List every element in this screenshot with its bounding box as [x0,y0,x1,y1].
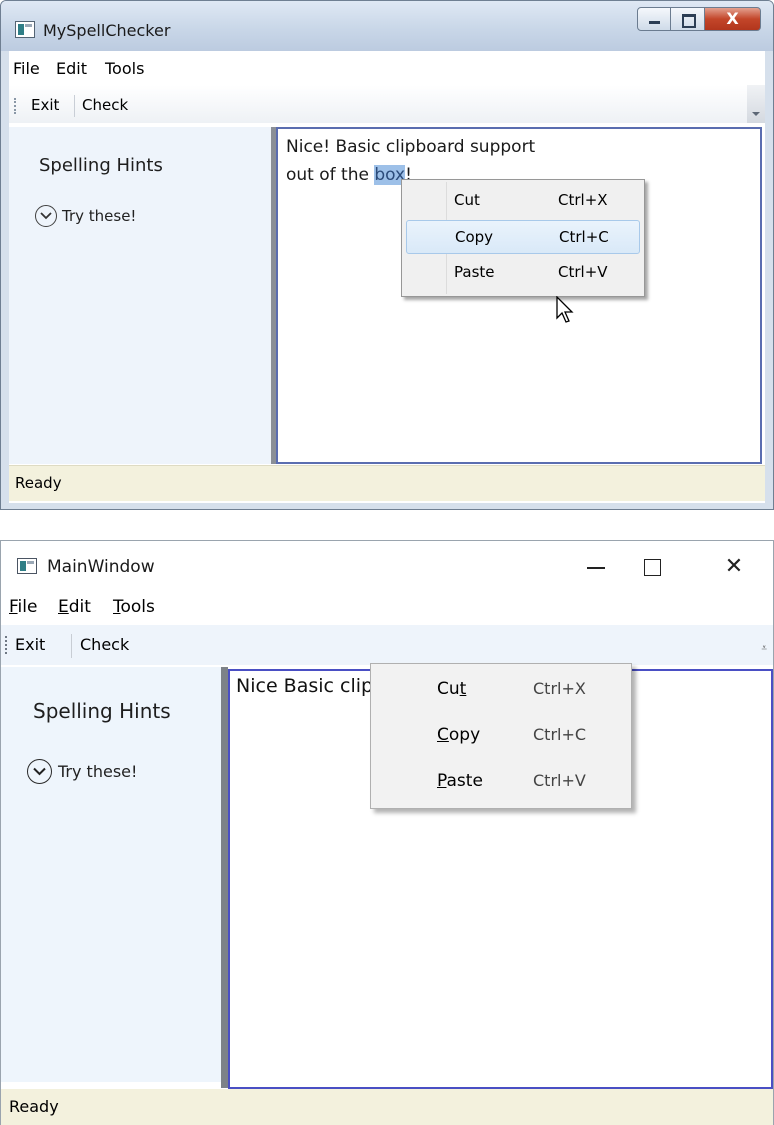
exit-button[interactable]: Exit [15,635,45,654]
status-bar: Ready [1,1089,773,1125]
context-menu-paste[interactable]: Paste Ctrl+V [406,256,640,290]
myspellchecker-window: MySpellChecker X File Edit Tools Exit Ch… [0,0,774,510]
menu-item-label: Copy [455,228,494,246]
menu-item-label: Copy [437,725,480,745]
mnemonic: E [58,597,69,617]
expander-label: Try these! [58,762,138,781]
menu-tools[interactable]: Tools [105,59,144,78]
context-menu-paste[interactable]: Paste Ctrl+V [371,764,631,800]
menu-item-label: Cut [437,679,466,699]
editor-line: Nice! Basic clipboard support [286,137,536,157]
window-client-area: File Edit Tools Exit Check Spelling Hint… [9,51,765,503]
menu-file[interactable]: File [9,597,37,617]
menu-edit[interactable]: Edit [58,597,91,617]
maximize-button[interactable] [671,7,705,31]
menu-item-shortcut: Ctrl+V [558,263,608,281]
mnemonic: T [113,597,121,617]
window-title: MySpellChecker [43,21,171,40]
context-menu-copy[interactable]: Copy Ctrl+C [371,718,631,754]
app-window-icon [15,21,35,38]
window-controls: X [637,7,761,33]
close-button[interactable]: X [705,7,761,31]
toolbar-grip[interactable] [5,636,7,654]
context-menu: Cut Ctrl+X Copy Ctrl+C Paste Ctrl+V [370,663,632,809]
minimize-button[interactable] [573,549,619,585]
mnemonic: P [437,771,447,791]
menu-label-rest: ools [120,597,155,617]
menu-bar: File Edit Tools [9,51,765,83]
toolbar-separator [74,95,75,117]
mnemonic: C [437,725,449,745]
context-menu-copy[interactable]: Copy Ctrl+C [406,220,640,254]
spelling-hints-title: Spelling Hints [33,699,171,723]
close-icon: X [726,9,739,28]
menu-item-shortcut: Ctrl+V [533,771,586,790]
grid-splitter[interactable] [221,667,228,1088]
menu-item-shortcut: Ctrl+C [533,725,587,744]
toolbar: Exit Check ⩡ [1,625,773,665]
expander-label: Try these! [62,207,137,225]
menu-file[interactable]: File [13,59,40,78]
title-bar[interactable]: MainWindow ✕ [1,541,773,593]
toolbar-grip[interactable] [14,98,16,114]
context-menu: Cut Ctrl+X Copy Ctrl+C Paste Ctrl+V [401,179,645,297]
toolbar-overflow-icon[interactable]: ⩡ [761,643,767,654]
menu-item-shortcut: Ctrl+X [533,679,586,698]
editor-line: out of the box! [286,165,412,185]
close-button[interactable]: ✕ [711,549,757,585]
chevron-down-icon[interactable] [35,205,57,227]
exit-button[interactable]: Exit [31,96,59,114]
menu-edit[interactable]: Edit [56,59,87,78]
menu-label-rest: dit [68,597,91,617]
menu-item-shortcut: Ctrl+C [559,228,609,246]
menu-item-shortcut: Ctrl+X [558,191,608,209]
try-these-expander[interactable]: Try these! [27,759,137,784]
toolbar-separator [71,634,72,658]
mouse-pointer-icon [556,296,574,323]
menu-label-rest: ile [17,597,38,617]
context-menu-cut[interactable]: Cut Ctrl+X [406,184,640,218]
spelling-hints-panel: Spelling Hints Try these! [1,667,221,1082]
mnemonic: F [9,597,18,617]
status-text: Ready [15,474,62,492]
close-icon: ✕ [724,554,744,579]
editor-text: out of the [286,165,375,185]
status-bar: Ready [9,465,765,501]
mainwindow-window: MainWindow ✕ File Edit Tools Exit Check … [0,540,774,1125]
label-part: Cu [437,679,460,699]
try-these-expander[interactable]: Try these! [35,205,136,227]
spelling-hints-title: Spelling Hints [39,155,163,176]
toolbar-overflow-button[interactable] [747,85,765,123]
menu-bar: File Edit Tools [1,593,773,623]
label-part: aste [446,771,483,791]
status-text: Ready [9,1097,59,1116]
check-button[interactable]: Check [82,96,128,114]
menu-item-label: Paste [437,771,483,791]
check-button[interactable]: Check [80,635,129,654]
chevron-down-icon[interactable] [27,759,52,784]
maximize-button[interactable] [629,549,675,585]
spelling-hints-panel: Spelling Hints Try these! [9,127,271,464]
app-window-icon [17,558,37,574]
context-menu-cut[interactable]: Cut Ctrl+X [371,672,631,708]
title-bar[interactable]: MySpellChecker X [1,1,773,51]
menu-item-label: Cut [454,191,480,209]
label-part: opy [448,725,481,745]
window-title: MainWindow [47,557,155,577]
minimize-button[interactable] [637,7,671,31]
toolbar: Exit Check [9,85,765,123]
menu-tools[interactable]: Tools [113,597,155,617]
menu-item-label: Paste [454,263,495,281]
mnemonic: t [459,679,467,699]
